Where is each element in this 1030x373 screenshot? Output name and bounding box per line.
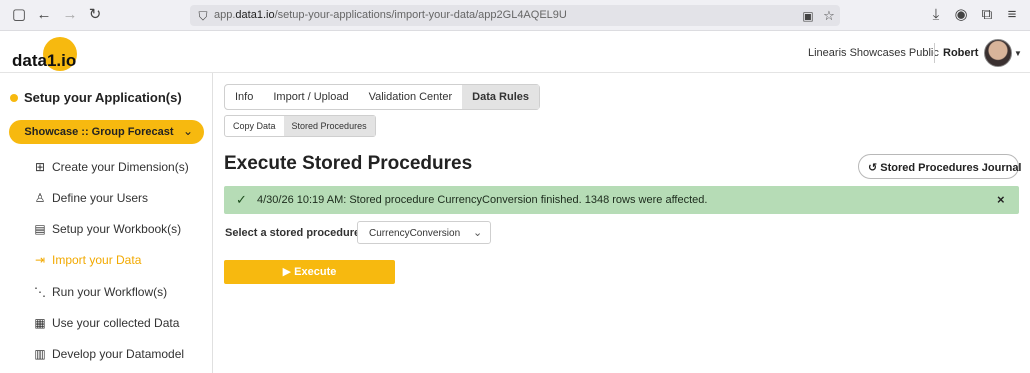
- history-icon: ↺: [868, 162, 878, 174]
- execute-button[interactable]: ▶ Execute: [224, 260, 395, 284]
- tab-data-rules[interactable]: Data Rules: [462, 85, 539, 109]
- success-alert: ✓ 4/30/26 10:19 AM: Stored procedure Cur…: [224, 186, 1019, 214]
- sidebar-item-define-users[interactable]: ♙ Define your Users: [33, 191, 211, 211]
- sidebar-item-create-dimensions[interactable]: ⊞ Create your Dimension(s): [33, 160, 211, 180]
- checkmark-icon: ✓: [236, 192, 247, 207]
- sidebar-item-label: Develop your Datamodel: [52, 347, 185, 361]
- tab-import-upload[interactable]: Import / Upload: [263, 85, 358, 109]
- sidebar-item-run-workflows[interactable]: ⋱ Run your Workflow(s): [33, 285, 211, 305]
- close-icon[interactable]: ×: [997, 192, 1005, 207]
- header-divider: [934, 43, 935, 63]
- user-menu-caret-icon[interactable]: ▼: [1014, 49, 1022, 58]
- play-icon: ▶: [282, 266, 292, 278]
- section-dot-icon: [10, 94, 18, 102]
- procedure-select-label: Select a stored procedure: [225, 227, 361, 239]
- sidebar: Setup your Application(s) Showcase :: Gr…: [0, 73, 213, 373]
- subtab-stored-procedures[interactable]: Stored Procedures: [283, 116, 375, 136]
- sidebar-item-import-data[interactable]: ⇥ Import your Data: [33, 253, 211, 273]
- project-selector-label: Showcase :: Group Forecast: [24, 126, 174, 138]
- execute-button-label: Execute: [294, 266, 337, 278]
- procedure-select[interactable]: CurrencyConversion ⌄: [357, 221, 491, 244]
- tab-validation-center[interactable]: Validation Center: [359, 85, 463, 109]
- project-selector[interactable]: Showcase :: Group Forecast ⌄: [9, 120, 204, 144]
- organization-name[interactable]: Linearis Showcases Public: [808, 47, 939, 59]
- import-icon: ⇥: [34, 253, 46, 267]
- document-icon: ▤: [34, 222, 46, 236]
- stored-procedures-journal-button[interactable]: ↺ Stored Procedures Journal: [858, 154, 1022, 179]
- datamodel-icon: ▥: [34, 347, 46, 361]
- sidebar-section-title: Setup your Application(s): [24, 90, 182, 105]
- chevron-down-icon: ⌄: [473, 227, 483, 239]
- sidebar-item-label: Create your Dimension(s): [52, 160, 189, 174]
- account-icon[interactable]: ◉: [953, 7, 969, 23]
- alert-message: 4/30/26 10:19 AM: Stored procedure Curre…: [257, 194, 708, 206]
- chevron-down-icon: ⌄: [183, 124, 194, 138]
- avatar[interactable]: [984, 39, 1012, 67]
- sidebar-item-label: Define your Users: [52, 191, 149, 205]
- page-title: Execute Stored Procedures: [224, 153, 473, 174]
- user-name[interactable]: Robert: [943, 47, 978, 59]
- forward-icon[interactable]: →: [62, 7, 78, 23]
- hierarchy-icon: ⊞: [34, 160, 46, 174]
- logo[interactable]: data1.io: [12, 51, 76, 71]
- reload-icon[interactable]: ↻: [87, 7, 103, 23]
- workflow-icon: ⋱: [34, 285, 46, 299]
- sidebar-item-label: Run your Workflow(s): [52, 285, 168, 299]
- sidebar-item-label: Setup your Workbook(s): [52, 222, 182, 236]
- browser-toolbar: ▢ ← → ↻ ⛉ app.data1.io/setup-your-applic…: [0, 0, 1030, 31]
- sub-tabs: Copy Data Stored Procedures: [224, 115, 376, 137]
- subtab-copy-data[interactable]: Copy Data: [225, 116, 284, 136]
- sidebar-item-develop-datamodel[interactable]: ▥ Develop your Datamodel: [33, 347, 211, 367]
- sidebar-item-label: Import your Data: [52, 253, 142, 267]
- procedure-select-value: CurrencyConversion: [369, 228, 461, 239]
- journal-button-label: Stored Procedures Journal: [880, 162, 1022, 174]
- tab-info[interactable]: Info: [225, 85, 263, 109]
- download-icon[interactable]: ⤓: [928, 7, 944, 23]
- site-info-icon[interactable]: ⛉: [195, 8, 211, 24]
- extensions-icon[interactable]: ⧉: [979, 7, 995, 23]
- table-icon: ▦: [34, 316, 46, 330]
- sidebar-item-label: Use your collected Data: [52, 316, 180, 330]
- bookmark-star-icon[interactable]: ☆: [821, 8, 837, 24]
- app-header: data1.io Linearis Showcases Public Rober…: [0, 31, 1030, 73]
- tab-overview-icon[interactable]: ▢: [11, 7, 27, 23]
- menu-icon[interactable]: ≡: [1004, 7, 1020, 23]
- sidebar-item-use-collected-data[interactable]: ▦ Use your collected Data: [33, 316, 211, 336]
- reader-view-icon[interactable]: ▣: [800, 8, 816, 24]
- main-tabs: Info Import / Upload Validation Center D…: [224, 84, 540, 110]
- url-text: app.data1.io/setup-your-applications/imp…: [214, 9, 567, 21]
- sidebar-item-setup-workbooks[interactable]: ▤ Setup your Workbook(s): [33, 222, 211, 242]
- user-icon: ♙: [34, 191, 46, 205]
- address-bar[interactable]: ⛉ app.data1.io/setup-your-applications/i…: [190, 5, 840, 26]
- back-icon[interactable]: ←: [36, 7, 52, 23]
